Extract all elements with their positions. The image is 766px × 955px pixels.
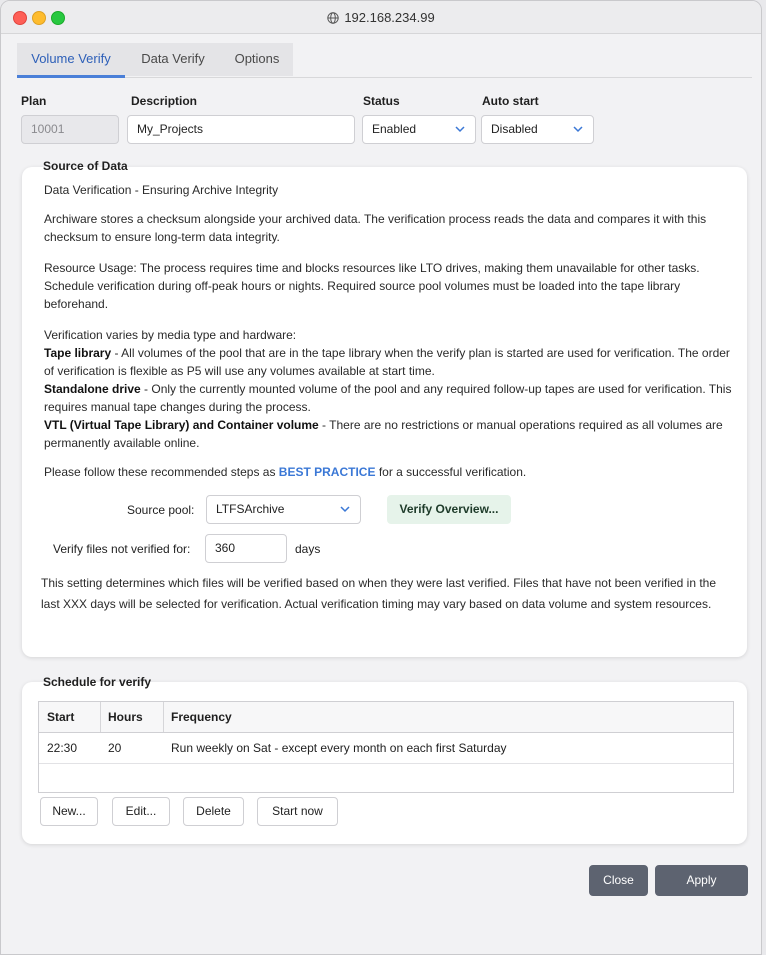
plan-label: Plan: [21, 94, 47, 108]
source-heading: Data Verification - Ensuring Archive Int…: [44, 183, 279, 197]
best-practice-link[interactable]: BEST PRACTICE: [279, 465, 376, 479]
autostart-select-value: Disabled: [491, 122, 538, 136]
verify-days-input[interactable]: 360: [205, 534, 287, 563]
tab-data-verify[interactable]: Data Verify: [127, 43, 219, 76]
source-pool-label: Source pool:: [127, 503, 195, 517]
description-input[interactable]: My_Projects: [127, 115, 355, 144]
chevron-down-icon: [455, 126, 465, 133]
source-paragraph-checksum: Archiware stores a checksum alongside yo…: [44, 212, 707, 244]
tape-library-term: Tape library: [44, 346, 112, 360]
column-header-hours[interactable]: Hours: [108, 702, 143, 732]
column-header-frequency[interactable]: Frequency: [171, 702, 232, 732]
status-label: Status: [363, 94, 400, 108]
new-schedule-button[interactable]: New...: [40, 797, 98, 826]
edit-schedule-button[interactable]: Edit...: [112, 797, 170, 826]
globe-icon: [327, 12, 340, 24]
status-select[interactable]: Enabled: [362, 115, 476, 144]
apply-button[interactable]: Apply: [655, 865, 748, 896]
row-frequency-cell[interactable]: Run weekly on Sat - except every month o…: [171, 733, 507, 763]
column-divider: [100, 702, 101, 732]
status-select-value: Enabled: [372, 122, 417, 136]
tab-volume-verify[interactable]: Volume Verify: [17, 43, 125, 78]
source-paragraph-media-types: Verification varies by media type and ha…: [44, 326, 734, 452]
chevron-down-icon: [573, 126, 583, 133]
chevron-down-icon: [340, 506, 350, 513]
tape-library-text: - All volumes of the pool that are in th…: [44, 346, 730, 378]
tab-bar: Volume Verify Data Verify Options: [17, 43, 752, 78]
row-hours-cell[interactable]: 20: [108, 733, 121, 763]
start-now-button[interactable]: Start now: [257, 797, 338, 826]
plan-field: 10001: [21, 115, 119, 144]
source-pool-value: LTFSArchive: [216, 502, 285, 516]
verify-days-label: Verify files not verified for:: [53, 542, 191, 556]
window-title: 192.168.234.99: [344, 10, 435, 25]
standalone-drive-text: - Only the currently mounted volume of t…: [44, 382, 732, 414]
column-header-start[interactable]: Start: [47, 702, 74, 732]
media-types-intro: Verification varies by media type and ha…: [44, 328, 297, 342]
row-start-cell[interactable]: 22:30: [47, 733, 77, 763]
row-divider: [39, 763, 733, 764]
tab-options[interactable]: Options: [221, 43, 293, 76]
dialog-window: 192.168.234.99 Volume Verify Data Verify…: [0, 0, 762, 955]
column-divider: [163, 702, 164, 732]
standalone-drive-term: Standalone drive: [44, 382, 141, 396]
autostart-label: Auto start: [482, 94, 539, 108]
window-title-wrap: 192.168.234.99: [1, 10, 761, 25]
schedule-title: Schedule for verify: [43, 675, 152, 689]
vtl-term: VTL (Virtual Tape Library) and Container…: [44, 418, 319, 432]
description-label: Description: [131, 94, 198, 108]
source-paragraph-resource-usage: Resource Usage: The process requires tim…: [44, 261, 700, 311]
schedule-table: Start Hours Frequency 22:30 20 Run weekl…: [38, 701, 734, 793]
verify-days-note: This setting determines which files will…: [41, 576, 717, 611]
verify-days-unit: days: [295, 542, 321, 556]
verify-overview-button[interactable]: Verify Overview...: [387, 495, 511, 524]
source-pool-select[interactable]: LTFSArchive: [206, 495, 361, 524]
delete-schedule-button[interactable]: Delete: [183, 797, 244, 826]
best-practice-suffix: for a successful verification.: [375, 465, 527, 479]
best-practice-prefix: Please follow these recommended steps as: [44, 465, 279, 479]
title-bar: 192.168.234.99: [1, 1, 761, 34]
autostart-select[interactable]: Disabled: [481, 115, 594, 144]
source-of-data-title: Source of Data: [43, 159, 128, 173]
schedule-table-header: [39, 702, 733, 733]
close-button[interactable]: Close: [589, 865, 648, 896]
best-practice-paragraph: Please follow these recommended steps as…: [44, 463, 734, 481]
